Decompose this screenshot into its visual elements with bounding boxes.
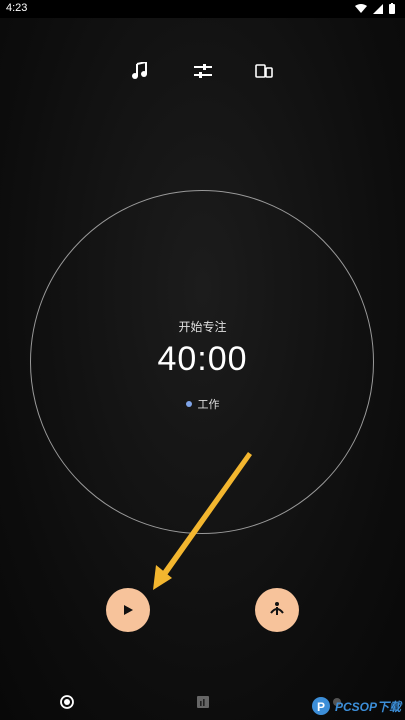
wifi-icon: [355, 3, 367, 13]
status-icons: [355, 3, 395, 14]
signal-icon: [373, 3, 383, 14]
status-time: 4:23: [6, 2, 28, 14]
pc-logo-icon: P: [311, 697, 330, 715]
focus-radio-icon[interactable]: [59, 694, 75, 710]
tag-color-dot: [185, 401, 192, 407]
music-note-icon[interactable]: [127, 58, 153, 84]
watermark: P PCSOP下载: [311, 696, 401, 716]
play-icon: [124, 605, 133, 615]
play-button[interactable]: [106, 588, 150, 632]
stats-chart-icon[interactable]: [195, 694, 211, 710]
start-focus-label: 开始专注: [178, 320, 227, 334]
battery-icon: [389, 3, 395, 14]
timer-display: 40:00: [157, 340, 248, 378]
toolbar: [0, 58, 405, 84]
meditation-icon: [270, 602, 284, 615]
devices-icon[interactable]: [251, 58, 277, 84]
task-tag[interactable]: 工作: [0, 396, 405, 412]
equalizer-sliders-icon[interactable]: [190, 58, 216, 84]
meditation-button[interactable]: [255, 588, 299, 632]
tag-label: 工作: [197, 398, 220, 411]
svg-text:P: P: [317, 700, 325, 714]
status-bar: 4:23: [0, 0, 405, 18]
watermark-text: PCSOP下载: [334, 699, 401, 714]
